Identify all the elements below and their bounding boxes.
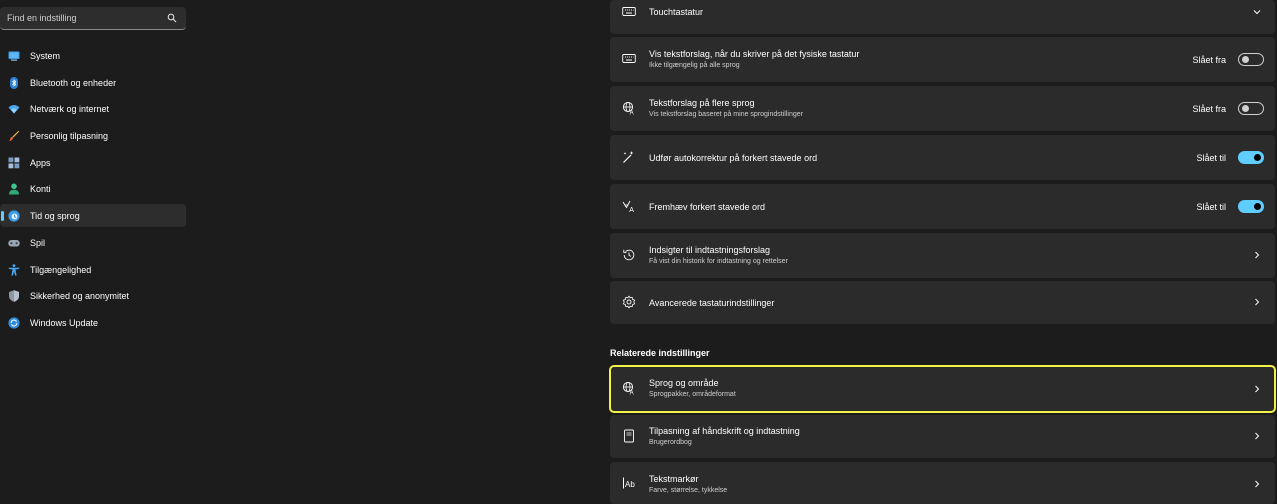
sidebar-item-label: Windows Update [30, 317, 99, 328]
toggle-state-label: Slået fra [1192, 104, 1226, 114]
setting-title: Tekstmarkør [649, 474, 699, 484]
monitor-icon [8, 51, 20, 61]
setting-title: Fremhæv forkert stavede ord [649, 202, 766, 212]
history-icon [623, 249, 635, 261]
chevron-right-icon[interactable] [1253, 432, 1261, 440]
search-box[interactable] [0, 7, 186, 30]
chevron-down-icon[interactable] [1253, 8, 1261, 16]
sidebar-item-label: Sikkerhed og anonymitet [30, 291, 130, 302]
setting-autocorrect[interactable]: Udfør autokorrektur på forkert stavede o… [610, 135, 1275, 180]
sidebar-nav: System Bluetooth og enheder Netværk og i… [0, 44, 186, 338]
chevron-right-icon[interactable] [1253, 251, 1261, 259]
search-input[interactable] [7, 11, 157, 25]
autocorrect-toggle[interactable] [1238, 151, 1264, 164]
toggle-state-label: Slået til [1196, 202, 1226, 212]
sidebar-item-network[interactable]: Netværk og internet [0, 97, 186, 120]
highlight-misspelled-toggle[interactable] [1238, 200, 1264, 213]
setting-title: Tekstforslag på flere sprog [649, 98, 755, 108]
sidebar-item-system[interactable]: System [0, 44, 186, 67]
setting-subtitle: Sprogpakker, områdeformat [649, 391, 736, 398]
sidebar-item-gaming[interactable]: Spil [0, 231, 186, 254]
setting-touch-keyboard[interactable]: Touchtastatur [610, 0, 1275, 34]
keyboard-icon [622, 7, 636, 16]
setting-title: Tilpasning af håndskrift og indtastning [649, 426, 800, 436]
sidebar-item-label: Netværk og internet [30, 104, 110, 115]
setting-subtitle: Vis tekstforslag baseret på mine sprogin… [649, 111, 803, 118]
sidebar-item-label: System [30, 51, 61, 61]
person-icon [9, 183, 19, 195]
sidebar-item-label: Apps [30, 157, 51, 168]
gamepad-icon [8, 239, 20, 247]
text-suggestions-physical-toggle[interactable] [1238, 53, 1264, 66]
gear-icon [622, 295, 636, 309]
sidebar-item-apps[interactable]: Apps [0, 151, 186, 174]
active-indicator [1, 211, 4, 222]
svg-text:A: A [629, 207, 634, 213]
globe-clock-icon [8, 210, 20, 222]
wifi-icon [8, 105, 20, 114]
toggle-knob [1242, 105, 1249, 112]
setting-highlight-misspelled[interactable]: A Fremhæv forkert stavede ord Slået til [610, 184, 1275, 229]
sidebar-item-label: Konti [30, 184, 51, 195]
related-handwriting-typing[interactable]: Tilpasning af håndskrift og indtastning … [610, 415, 1275, 458]
toggle-knob [1254, 153, 1261, 161]
setting-subtitle: Få vist din historik for indtastning og … [649, 258, 788, 265]
sidebar-item-privacy[interactable]: Sikkerhed og anonymitet [0, 284, 186, 307]
svg-text:Ab: Ab [625, 480, 635, 489]
setting-title: Indsigter til indtastningsforslag [649, 245, 771, 255]
svg-text:A: A [630, 390, 634, 395]
text-cursor-icon: Ab [623, 477, 635, 489]
multilingual-suggestions-toggle[interactable] [1238, 102, 1264, 115]
setting-title: Vis tekstforslag, når du skriver på det … [649, 49, 860, 59]
setting-subtitle: Ikke tilgængelig på alle sprog [649, 62, 740, 69]
sidebar-item-bluetooth[interactable]: Bluetooth og enheder [0, 71, 186, 94]
setting-title: Avancerede tastaturindstillinger [649, 298, 775, 308]
setting-typing-insights[interactable]: Indsigter til indtastningsforslag Få vis… [610, 233, 1275, 278]
setting-advanced-keyboard[interactable]: Avancerede tastaturindstillinger [610, 281, 1275, 324]
setting-title: Sprog og område [649, 378, 719, 388]
sidebar-item-label: Bluetooth og enheder [30, 77, 117, 88]
sidebar-item-label: Personlig tilpasning [30, 131, 109, 142]
setting-subtitle: Farve, størrelse, tykkelse [649, 487, 728, 494]
related-language-region[interactable]: A Sprog og område Sprogpakker, områdefor… [609, 365, 1276, 413]
sidebar-item-windows-update[interactable]: Windows Update [0, 311, 186, 334]
notebook-icon [624, 429, 634, 443]
sidebar-item-personalization[interactable]: Personlig tilpasning [0, 124, 186, 147]
sidebar-item-accounts[interactable]: Konti [0, 177, 186, 200]
related-text-cursor[interactable]: Ab Tekstmarkør Farve, størrelse, tykkels… [610, 462, 1275, 504]
chevron-right-icon[interactable] [1253, 298, 1261, 306]
toggle-state-label: Slået til [1196, 153, 1226, 163]
sidebar-item-label: Tilgængelighed [30, 264, 92, 275]
sidebar-item-time-language[interactable]: Tid og sprog [0, 204, 186, 228]
toggle-state-label: Slået fra [1192, 55, 1226, 65]
toggle-knob [1254, 202, 1261, 210]
apps-icon [8, 157, 20, 169]
bluetooth-icon [10, 76, 18, 89]
sidebar-item-label: Spil [30, 237, 46, 248]
chevron-right-icon[interactable] [1253, 385, 1261, 393]
sidebar-item-label: Tid og sprog [30, 211, 80, 222]
keyboard-icon [622, 54, 636, 63]
search-icon[interactable] [167, 13, 177, 23]
setting-multilingual-suggestions[interactable]: A Tekstforslag på flere sprog Vis tekstf… [610, 86, 1275, 131]
update-icon [8, 317, 20, 329]
toggle-knob [1242, 56, 1249, 63]
spellcheck-icon: A [622, 200, 634, 213]
related-settings-heading: Relaterede indstillinger [610, 348, 710, 358]
accessibility-icon [8, 263, 20, 276]
setting-text-suggestions-physical[interactable]: Vis tekstforslag, når du skriver på det … [610, 37, 1275, 82]
language-icon: A [622, 101, 634, 115]
magic-wand-icon [623, 151, 634, 163]
shield-icon [9, 290, 19, 302]
chevron-right-icon[interactable] [1253, 480, 1261, 488]
brush-icon [9, 130, 20, 142]
setting-title: Touchtastatur [649, 7, 704, 17]
sidebar-item-accessibility[interactable]: Tilgængelighed [0, 258, 186, 281]
svg-text:A: A [630, 110, 634, 115]
setting-title: Udfør autokorrektur på forkert stavede o… [649, 153, 818, 163]
language-icon: A [622, 381, 634, 395]
setting-subtitle: Brugerordbog [649, 439, 692, 446]
